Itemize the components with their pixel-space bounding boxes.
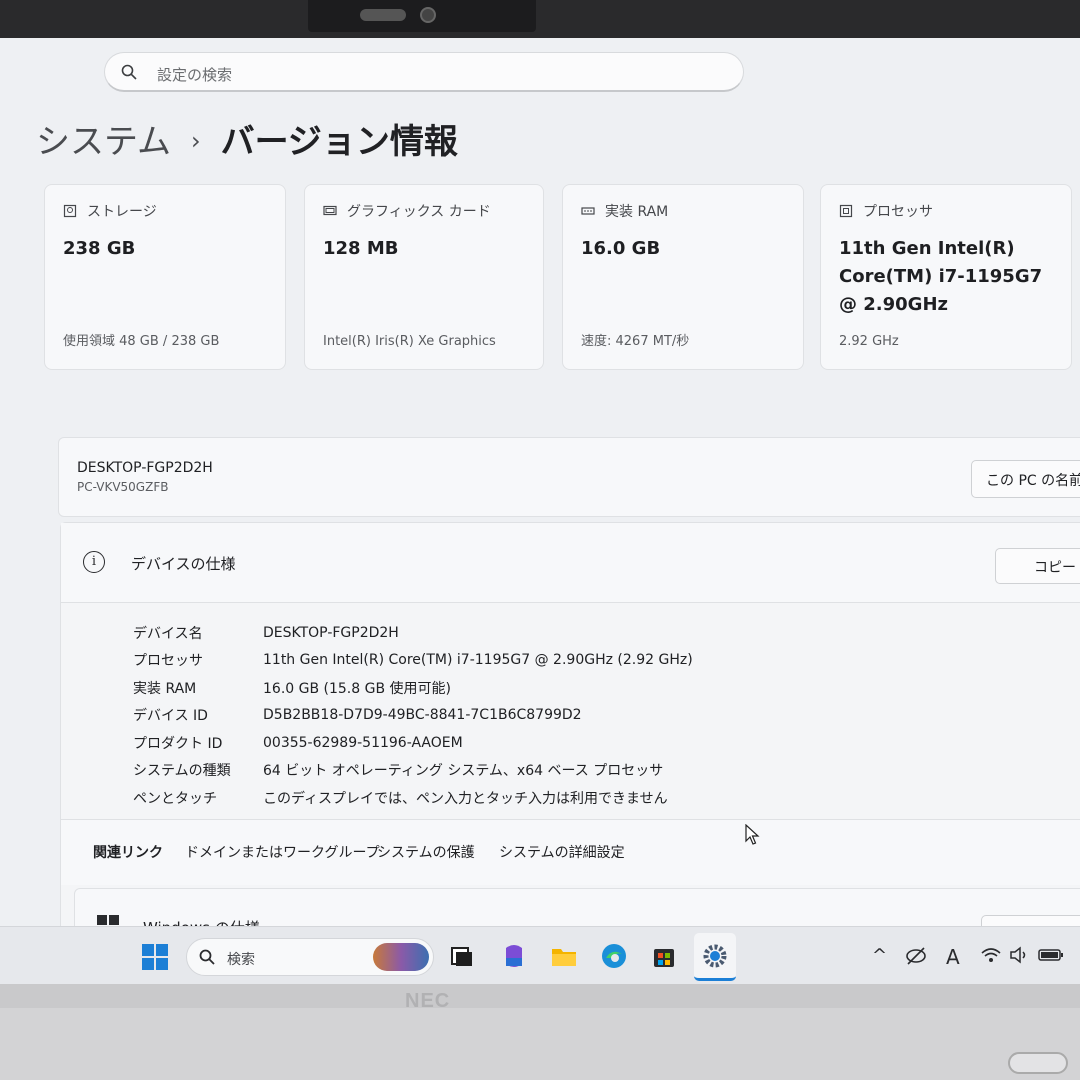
- device-specs-panel: i デバイスの仕様 コピー デバイス名 DESKTOP-FGP2D2H プロセッサ…: [60, 522, 1080, 942]
- search-highlight-image[interactable]: [373, 943, 429, 971]
- spec-row: デバイス ID D5B2BB18-D7D9-49BC-8841-7C1B6C879…: [133, 702, 693, 730]
- card-sub: 使用領域 48 GB / 238 GB: [63, 334, 220, 349]
- task-view-icon[interactable]: [448, 942, 476, 970]
- settings-window: 設定の検索 システム › バージョン情報 ストレージ 238 GB 使用領域 48 …: [0, 38, 1080, 988]
- breadcrumb-system[interactable]: システム: [36, 122, 171, 162]
- spec-row: デバイス名 DESKTOP-FGP2D2H: [133, 619, 693, 647]
- spec-key: 実装 RAM: [133, 680, 197, 697]
- pc-name-panel: DESKTOP-FGP2D2H PC-VKV50GZFB この PC の名前を変…: [58, 437, 1080, 517]
- spec-value: 16.0 GB (15.8 GB 使用可能): [263, 680, 451, 697]
- card-value: 16.0 GB: [581, 238, 661, 259]
- start-button[interactable]: [142, 944, 168, 970]
- spec-key: プロセッサ: [133, 653, 203, 670]
- spec-row: ペンとタッチ このディスプレイでは、ペン入力とタッチ入力は利用できません: [133, 784, 693, 812]
- card-sub: 速度: 4267 MT/秒: [581, 334, 690, 349]
- spec-value: D5B2BB18-D7D9-49BC-8841-7C1B6C8799D2: [263, 707, 582, 724]
- page-title: システム › バージョン情報: [36, 114, 458, 163]
- device-specs-title: デバイスの仕様: [131, 555, 236, 573]
- device-specs-header[interactable]: i デバイスの仕様 コピー: [61, 523, 1080, 603]
- related-links-bar: 関連リンク ドメインまたはワークグループ システムの保護 システムの詳細設定: [61, 819, 1080, 885]
- ram-card[interactable]: 実装 RAM 16.0 GB 速度: 4267 MT/秒: [562, 184, 804, 370]
- spec-key: デバイス名: [133, 625, 203, 642]
- pc-model: PC-VKV50GZFB: [77, 480, 169, 494]
- storage-icon: [63, 204, 77, 218]
- m365-copilot-icon[interactable]: [500, 942, 528, 970]
- battery-icon[interactable]: [1038, 947, 1064, 963]
- storage-card[interactable]: ストレージ 238 GB 使用領域 48 GB / 238 GB: [44, 184, 286, 370]
- mouse-cursor-icon: [745, 824, 760, 845]
- spec-row: システムの種類 64 ビット オペレーティング システム、x64 ベース プロセッ…: [133, 757, 693, 785]
- settings-icon[interactable]: [701, 942, 729, 970]
- link-system-protection[interactable]: システムの保護: [377, 842, 475, 862]
- search-icon: [199, 949, 215, 965]
- taskbar-search-label: 検索: [227, 952, 255, 968]
- card-sub: 2.92 GHz: [839, 334, 899, 349]
- copy-button[interactable]: コピー: [995, 548, 1080, 584]
- ram-icon: [581, 207, 595, 215]
- card-label: ストレージ: [87, 204, 157, 220]
- link-domain-workgroup[interactable]: ドメインまたはワークグループ: [185, 842, 380, 862]
- spec-row: プロダクト ID 00355-62989-51196-AAOEM: [133, 729, 693, 757]
- spec-value: DESKTOP-FGP2D2H: [263, 624, 399, 641]
- card-value: 128 MB: [323, 238, 399, 259]
- spec-value: 64 ビット オペレーティング システム、x64 ベース プロセッサ: [263, 763, 664, 780]
- breadcrumb-separator: ›: [190, 127, 201, 155]
- link-advanced-system-settings[interactable]: システムの詳細設定: [499, 842, 625, 862]
- tray-chevron-icon[interactable]: ^: [872, 945, 887, 966]
- file-explorer-icon[interactable]: [550, 942, 578, 970]
- ime-indicator[interactable]: A: [946, 945, 960, 969]
- volume-icon[interactable]: [1008, 944, 1030, 966]
- spec-key: プロダクト ID: [133, 735, 223, 752]
- spec-row: 実装 RAM 16.0 GB (15.8 GB 使用可能): [133, 674, 693, 702]
- store-icon[interactable]: [650, 942, 678, 970]
- spec-key: デバイス ID: [133, 708, 208, 725]
- search-icon: [121, 64, 137, 80]
- graphics-card[interactable]: グラフィックス カード 128 MB Intel(R) Iris(R) Xe G…: [304, 184, 544, 370]
- device-specs-table: デバイス名 DESKTOP-FGP2D2H プロセッサ 11th Gen Intel…: [133, 619, 693, 812]
- edge-icon[interactable]: [600, 942, 628, 970]
- graphics-card-icon: [323, 205, 337, 216]
- spec-value: このディスプレイでは、ペン入力とタッチ入力は利用できません: [263, 790, 668, 807]
- spec-key: システムの種類: [133, 763, 231, 780]
- pc-name: DESKTOP-FGP2D2H: [77, 460, 213, 476]
- card-value: 238 GB: [63, 238, 136, 259]
- wifi-icon[interactable]: [980, 944, 1002, 966]
- card-sub: Intel(R) Iris(R) Xe Graphics: [323, 334, 496, 349]
- taskbar-search[interactable]: 検索: [186, 938, 434, 976]
- laptop-bottom-bezel: NEC: [0, 984, 1080, 1080]
- card-label: グラフィックス カード: [347, 204, 491, 220]
- chassis-button: [1008, 1052, 1068, 1074]
- search-placeholder: 設定の検索: [157, 66, 233, 84]
- spec-key: ペンとタッチ: [133, 790, 217, 807]
- spec-value: 11th Gen Intel(R) Core(TM) i7-1195G7 @ 2…: [263, 652, 693, 669]
- spec-value: 00355-62989-51196-AAOEM: [263, 734, 463, 751]
- taskbar: 検索 ^ A: [0, 926, 1080, 988]
- processor-icon: [839, 204, 853, 218]
- webcam: [308, 0, 536, 32]
- settings-search-box[interactable]: 設定の検索: [104, 52, 744, 92]
- card-label: 実装 RAM: [605, 204, 669, 220]
- no-network-icon[interactable]: [904, 944, 928, 968]
- related-links-heading: 関連リンク: [93, 845, 163, 861]
- laptop-top-bezel: [0, 0, 1080, 40]
- processor-card[interactable]: プロセッサ 11th Gen Intel(R) Core(TM) i7-1195…: [820, 184, 1072, 370]
- rename-pc-button[interactable]: この PC の名前を変更: [971, 460, 1080, 498]
- card-label: プロセッサ: [863, 204, 933, 220]
- breadcrumb-current: バージョン情報: [220, 122, 458, 162]
- info-icon: i: [83, 551, 105, 573]
- card-value: 11th Gen Intel(R) Core(TM) i7-1195G7 @ 2…: [839, 238, 1043, 315]
- spec-row: プロセッサ 11th Gen Intel(R) Core(TM) i7-1195G…: [133, 647, 693, 675]
